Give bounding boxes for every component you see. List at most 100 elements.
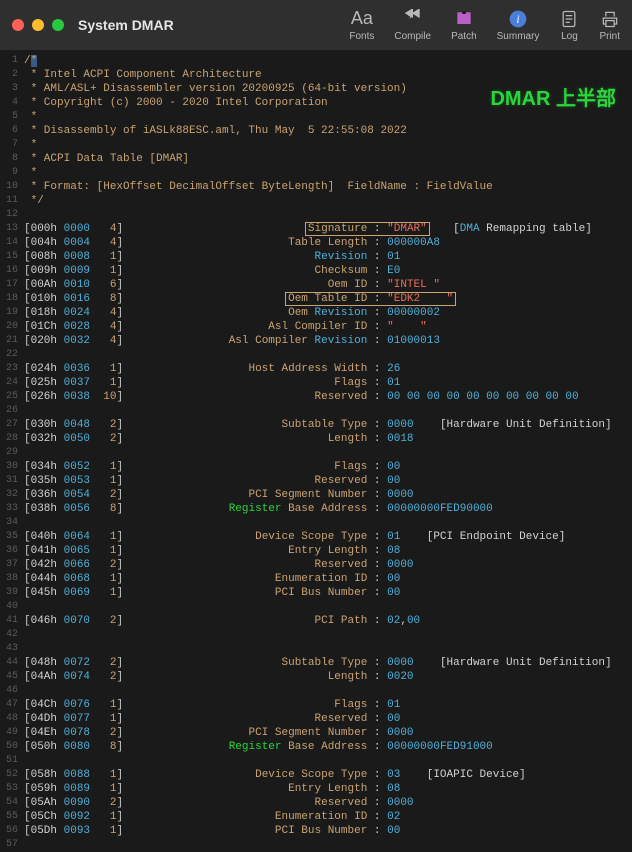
code-line[interactable]: 6 * Disassembly of iASLk88ESC.aml, Thu M…	[0, 124, 632, 138]
code-line[interactable]: 5 *	[0, 110, 632, 124]
code-line[interactable]: 22	[0, 348, 632, 362]
code-line[interactable]: 33[038h 0056 8] Register Base Address : …	[0, 502, 632, 516]
code-line[interactable]: 21[020h 0032 4] Asl Compiler Revision : …	[0, 334, 632, 348]
code-line[interactable]: 17[00Ah 0010 6] Oem ID : "INTEL "	[0, 278, 632, 292]
compile-button[interactable]: Compile	[394, 9, 431, 42]
line-number: 20	[0, 320, 24, 334]
editor[interactable]: DMAR 上半部 1/*2 * Intel ACPI Component Arc…	[0, 50, 632, 852]
code-line[interactable]: 56[05Dh 0093 1] PCI Bus Number : 00	[0, 824, 632, 838]
code-line[interactable]: 9 *	[0, 166, 632, 180]
line-number: 13	[0, 222, 24, 236]
code-line[interactable]: 54[05Ah 0090 2] Reserved : 0000	[0, 796, 632, 810]
fonts-label: Fonts	[349, 31, 374, 42]
code-line[interactable]: 7 *	[0, 138, 632, 152]
code-line[interactable]: 47[04Ch 0076 1] Flags : 01	[0, 698, 632, 712]
code-line[interactable]: 45[04Ah 0074 2] Length : 0020	[0, 670, 632, 684]
line-number: 2	[0, 68, 24, 82]
code-content: [048h 0072 2] Subtable Type : 0000 [Hard…	[24, 656, 612, 670]
code-content: [010h 0016 8] Oem Table ID : "EDK2 "	[24, 292, 453, 306]
code-line[interactable]: 39[045h 0069 1] PCI Bus Number : 00	[0, 586, 632, 600]
code-line[interactable]: 52[058h 0088 1] Device Scope Type : 03 […	[0, 768, 632, 782]
code-line[interactable]: 24[025h 0037 1] Flags : 01	[0, 376, 632, 390]
patch-label: Patch	[451, 31, 477, 42]
code-line[interactable]: 16[009h 0009 1] Checksum : E0	[0, 264, 632, 278]
print-icon	[600, 9, 620, 29]
code-content: * Disassembly of iASLk88ESC.aml, Thu May…	[24, 124, 407, 138]
code-line[interactable]: 40	[0, 600, 632, 614]
line-number: 15	[0, 250, 24, 264]
code-content: [04Eh 0078 2] PCI Segment Number : 0000	[24, 726, 414, 740]
code-line[interactable]: 48[04Dh 0077 1] Reserved : 00	[0, 712, 632, 726]
patch-button[interactable]: Patch	[451, 9, 477, 42]
code-line[interactable]: 18[010h 0016 8] Oem Table ID : "EDK2 "	[0, 292, 632, 306]
code-content: [025h 0037 1] Flags : 01	[24, 376, 400, 390]
code-line[interactable]: 20[01Ch 0028 4] Asl Compiler ID : " "	[0, 320, 632, 334]
code-content: [034h 0052 1] Flags : 00	[24, 460, 400, 474]
code-line[interactable]: 35[040h 0064 1] Device Scope Type : 01 […	[0, 530, 632, 544]
code-line[interactable]: 43	[0, 642, 632, 656]
print-button[interactable]: Print	[599, 9, 620, 42]
line-number: 16	[0, 264, 24, 278]
line-number: 6	[0, 124, 24, 138]
code-line[interactable]: 15[008h 0008 1] Revision : 01	[0, 250, 632, 264]
line-number: 55	[0, 810, 24, 824]
code-line[interactable]: 37[042h 0066 2] Reserved : 0000	[0, 558, 632, 572]
code-line[interactable]: 1/*	[0, 54, 632, 68]
line-number: 19	[0, 306, 24, 320]
code-line[interactable]: 53[059h 0089 1] Entry Length : 08	[0, 782, 632, 796]
code-content: [046h 0070 2] PCI Path : 02,00	[24, 614, 420, 628]
summary-button[interactable]: iSummary	[497, 9, 540, 42]
code-content: [009h 0009 1] Checksum : E0	[24, 264, 400, 278]
code-line[interactable]: 41[046h 0070 2] PCI Path : 02,00	[0, 614, 632, 628]
code-line[interactable]: 28[032h 0050 2] Length : 0018	[0, 432, 632, 446]
code-line[interactable]: 38[044h 0068 1] Enumeration ID : 00	[0, 572, 632, 586]
code-line[interactable]: 34	[0, 516, 632, 530]
code-line[interactable]: 51	[0, 754, 632, 768]
code-line[interactable]: 26	[0, 404, 632, 418]
code-line[interactable]: 19[018h 0024 4] Oem Revision : 00000002	[0, 306, 632, 320]
code-line[interactable]: 10 * Format: [HexOffset DecimalOffset By…	[0, 180, 632, 194]
code-content: /*	[24, 54, 37, 68]
line-number: 46	[0, 684, 24, 698]
code-line[interactable]: 30[034h 0052 1] Flags : 00	[0, 460, 632, 474]
code-line[interactable]: 8 * ACPI Data Table [DMAR]	[0, 152, 632, 166]
code-content: [038h 0056 8] Register Base Address : 00…	[24, 502, 493, 516]
code-line[interactable]: 13[000h 0000 4] Signature : "DMAR" [DMA …	[0, 222, 632, 236]
code-line[interactable]: 12	[0, 208, 632, 222]
close-icon[interactable]	[12, 19, 24, 31]
line-number: 23	[0, 362, 24, 376]
line-number: 39	[0, 586, 24, 600]
code-line[interactable]: 49[04Eh 0078 2] PCI Segment Number : 000…	[0, 726, 632, 740]
code-line[interactable]: 25[026h 0038 10] Reserved : 00 00 00 00 …	[0, 390, 632, 404]
code-line[interactable]: 2 * Intel ACPI Component Architecture	[0, 68, 632, 82]
code-content: [04Ch 0076 1] Flags : 01	[24, 698, 400, 712]
code-line[interactable]: 50[050h 0080 8] Register Base Address : …	[0, 740, 632, 754]
zoom-icon[interactable]	[52, 19, 64, 31]
summary-icon: i	[508, 9, 528, 29]
code-line[interactable]: 27[030h 0048 2] Subtable Type : 0000 [Ha…	[0, 418, 632, 432]
patch-icon	[454, 9, 474, 29]
fonts-button[interactable]: AaFonts	[349, 9, 374, 42]
code-line[interactable]: 46	[0, 684, 632, 698]
code-line[interactable]: 55[05Ch 0092 1] Enumeration ID : 02	[0, 810, 632, 824]
code-line[interactable]: 36[041h 0065 1] Entry Length : 08	[0, 544, 632, 558]
code-line[interactable]: 11 */	[0, 194, 632, 208]
line-number: 21	[0, 334, 24, 348]
code-line[interactable]: 57	[0, 838, 632, 852]
line-number: 52	[0, 768, 24, 782]
line-number: 14	[0, 236, 24, 250]
code-line[interactable]: 32[036h 0054 2] PCI Segment Number : 000…	[0, 488, 632, 502]
minimize-icon[interactable]	[32, 19, 44, 31]
code-content: [004h 0004 4] Table Length : 000000A8	[24, 236, 440, 250]
log-button[interactable]: Log	[559, 9, 579, 42]
line-number: 51	[0, 754, 24, 768]
code-line[interactable]: 44[048h 0072 2] Subtable Type : 0000 [Ha…	[0, 656, 632, 670]
code-line[interactable]: 23[024h 0036 1] Host Address Width : 26	[0, 362, 632, 376]
line-number: 43	[0, 642, 24, 656]
code-line[interactable]: 31[035h 0053 1] Reserved : 00	[0, 474, 632, 488]
code-line[interactable]: 14[004h 0004 4] Table Length : 000000A8	[0, 236, 632, 250]
print-label: Print	[599, 31, 620, 42]
line-number: 11	[0, 194, 24, 208]
code-line[interactable]: 42	[0, 628, 632, 642]
code-line[interactable]: 29	[0, 446, 632, 460]
